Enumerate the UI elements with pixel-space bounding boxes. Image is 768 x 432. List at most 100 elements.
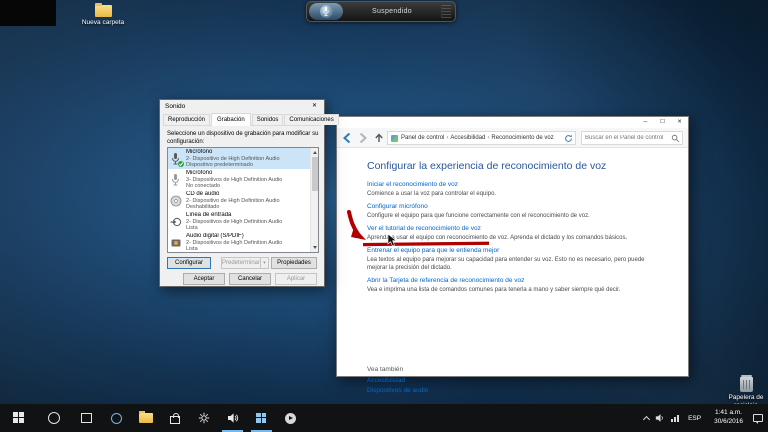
task-link-train-computer[interactable]: Entrenar el equipo para que le entienda … [367,247,499,255]
dialog-titlebar[interactable]: Sonido ✕ [160,100,324,113]
device-row-line-in[interactable]: Línea de entrada 2- Dispositivos de High… [168,211,318,232]
scroll-down-icon[interactable] [311,244,318,252]
task-desc: Aprenda a usar el equipo con reconocimie… [367,235,628,241]
start-button[interactable] [0,404,38,432]
taskbar-app-edge[interactable] [102,404,131,432]
widget-grip[interactable] [441,5,451,18]
device-detail: 2- Dispositivo de High Definition Audio [186,155,280,162]
task-item: Ver el tutorial de reconocimiento de voz… [367,225,668,242]
forward-button[interactable] [357,132,369,144]
apply-button[interactable]: Aplicar [275,273,317,285]
cortana-icon [48,412,60,424]
task-view-icon [80,413,92,423]
cp-titlebar[interactable]: ─ ☐ ✕ [337,117,688,128]
scrollbar[interactable] [310,148,318,252]
dialog-buttons-row: Aceptar Cancelar Aplicar [183,273,317,285]
device-status: Dispositivo predeterminado [186,162,253,168]
tab-strip: Reproducción Grabación Sonidos Comunicac… [163,113,339,126]
microphone-button[interactable] [309,3,343,20]
address-bar[interactable]: Panel de control › Accesibilidad › Recon… [387,131,576,145]
tab-sounds[interactable]: Sonidos [251,114,284,125]
device-status: Deshabilitado [186,204,220,210]
scroll-up-icon[interactable] [311,148,318,156]
language-label: ESP [688,414,702,422]
speech-status: Suspendido [372,8,412,15]
scroll-thumb[interactable] [312,157,318,191]
taskbar-app-sound[interactable] [218,404,247,432]
task-item: Iniciar el reconocimiento de voz Comienc… [367,181,668,198]
breadcrumb-item[interactable]: Reconocimiento de voz [491,135,553,141]
back-button[interactable] [341,132,353,144]
tray-network[interactable] [668,404,682,432]
device-row-cd-audio[interactable]: CD de audio 2- Dispositivo de High Defin… [168,190,318,211]
tray-volume[interactable] [652,404,668,432]
language-indicator[interactable]: ESP [682,404,707,432]
cortana-search-button[interactable] [38,404,70,432]
chevron-down-icon[interactable]: ▾ [260,258,268,268]
ok-button[interactable]: Aceptar [183,273,225,285]
action-center-button[interactable] [750,404,766,432]
task-link-set-up-microphone[interactable]: Configurar micrófono [367,203,428,211]
search-input[interactable] [582,135,671,141]
device-name: Micrófono [186,148,213,155]
taskbar-app-file-explorer[interactable] [131,404,160,432]
cp-content: Configurar la experiencia de reconocimie… [337,148,688,394]
clock-time: 1:41 a.m. [714,409,743,417]
tray-expand-button[interactable] [641,404,652,432]
task-view-button[interactable] [70,404,102,432]
minimize-button[interactable]: ─ [637,117,654,128]
gear-icon [198,412,209,424]
properties-button[interactable]: Propiedades [271,257,317,269]
breadcrumb-item[interactable]: Panel de control [401,135,444,141]
chevron-up-icon [643,415,651,423]
taskbar-app-control-panel[interactable] [247,404,276,432]
close-button[interactable]: ✕ [671,117,688,128]
device-row-microphone-2[interactable]: Micrófono 3- Dispositivos de High Defini… [168,169,318,190]
microphone-icon [319,5,333,18]
task-desc: Lea textos al equipo para mejorar su cap… [367,257,645,271]
see-also-link-accessibility[interactable]: Accesibilidad [367,377,405,384]
maximize-button[interactable]: ☐ [654,117,671,128]
close-icon[interactable]: ✕ [306,101,323,112]
taskbar-app-settings[interactable] [189,404,218,432]
set-default-label: Predeterminar [222,260,261,266]
desktop-icon-new-folder[interactable]: Nueva carpeta [80,3,126,27]
tab-communications[interactable]: Comunicaciones [284,114,339,125]
cancel-button[interactable]: Cancelar [229,273,271,285]
search-icon[interactable] [671,134,680,143]
control-panel-window[interactable]: ─ ☐ ✕ Panel de control › Accesibilidad ›… [336,116,689,394]
see-also-header: Vea también [367,366,404,373]
file-explorer-icon [138,411,153,423]
search-box[interactable] [581,131,683,145]
instruction-text: Seleccione un dispositivo de grabación p… [167,131,319,145]
notification-icon [753,414,763,424]
set-default-button[interactable]: Predeterminar ▾ [221,257,269,269]
device-status: No conectado [186,183,221,189]
speech-recognition-widget[interactable]: Suspendido [306,1,456,22]
recycle-bin-icon [739,375,753,392]
device-status: Lista [186,246,198,252]
task-link-speech-tutorial[interactable]: Ver el tutorial de reconocimiento de voz [367,225,481,233]
device-row-microphone-default[interactable]: Micrófono 2- Dispositivo de High Definit… [168,148,318,169]
breadcrumb-item[interactable]: Accesibilidad [450,135,485,141]
device-name: Línea de entrada [186,211,232,218]
cd-icon [170,194,183,208]
tab-playback[interactable]: Reproducción [163,114,211,125]
sound-dialog[interactable]: Sonido ✕ Reproducción Grabación Sonidos … [159,99,339,287]
refresh-icon[interactable] [564,134,573,143]
device-row-spdif[interactable]: Audio digital (S/PDIF) 2- Dispositivos d… [168,232,318,252]
speaker-icon [227,413,238,423]
clock[interactable]: 1:41 a.m. 30/6/2016 [707,404,750,432]
configure-button[interactable]: Configurar [167,257,211,269]
tab-recording[interactable]: Grabación [211,113,251,126]
task-link-start-speech-recognition[interactable]: Iniciar el reconocimiento de voz [367,181,458,189]
device-name: Audio digital (S/PDIF) [186,232,244,239]
up-button[interactable] [373,132,385,144]
desktop: Nueva carpeta Suspendido ─ ☐ ✕ Panel de [0,0,768,432]
see-also-link-audio-devices[interactable]: Dispositivos de audio [367,387,428,394]
microphone-icon [170,152,184,167]
taskbar-app-media-player[interactable] [276,404,305,432]
task-link-reference-card[interactable]: Abrir la Tarjeta de referencia de recono… [367,277,524,285]
cp-navbar: Panel de control › Accesibilidad › Recon… [337,128,688,148]
taskbar-app-store[interactable] [160,404,189,432]
